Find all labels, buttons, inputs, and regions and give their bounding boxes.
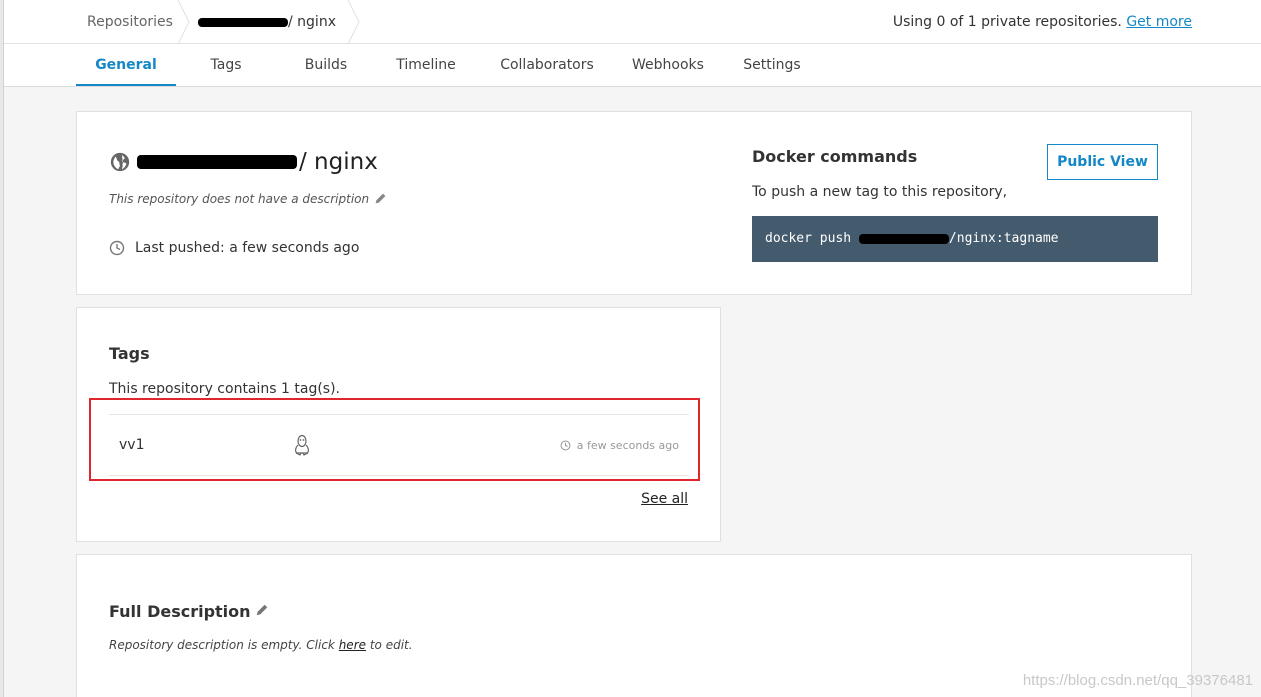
usage-text: Using 0 of 1 private repositories. (892, 14, 1122, 30)
tab-collaborators[interactable]: Collaborators (497, 44, 597, 86)
tag-time-text: a few seconds ago (576, 439, 679, 452)
command-prefix: docker push (765, 231, 859, 246)
tag-pushed-time: a few seconds ago (560, 439, 679, 452)
full-description-prefix: Repository description is empty. Click (109, 638, 339, 652)
tag-name: vv1 (119, 437, 145, 453)
tags-card: Tags This repository contains 1 tag(s). … (76, 307, 721, 542)
tag-row[interactable]: vv1 a few seconds ago (109, 414, 689, 476)
full-description-suffix: to edit. (366, 638, 413, 652)
docker-commands-subtitle: To push a new tag to this repository, (752, 184, 1008, 200)
docker-commands-title: Docker commands (752, 147, 918, 166)
command-suffix: /nginx:tagname (948, 231, 1059, 246)
get-more-link[interactable]: Get more (1126, 14, 1192, 30)
edit-here-link[interactable]: here (339, 638, 366, 652)
last-pushed-text: Last pushed: a few seconds ago (135, 240, 360, 256)
full-description-title: Full Description (109, 602, 251, 621)
page: Repositories / nginx Using 0 of 1 privat… (4, 0, 1261, 697)
watermark: https://blog.csdn.net/qq_39376481 (1022, 672, 1253, 689)
clock-icon (109, 240, 125, 256)
tags-count: This repository contains 1 tag(s). (109, 381, 340, 397)
see-all-link[interactable]: See all (641, 491, 688, 507)
breadcrumb-chevron-icon (347, 0, 360, 44)
repository-card: / nginx This repository does not have a … (76, 111, 1192, 295)
clock-icon (560, 440, 571, 451)
edit-pencil-icon[interactable] (374, 192, 387, 205)
redacted-namespace (198, 17, 288, 27)
repo-no-description: This repository does not have a descript… (109, 192, 370, 206)
globe-icon (110, 152, 130, 172)
tab-webhooks[interactable]: Webhooks (628, 44, 708, 86)
redacted-namespace (858, 233, 949, 244)
tab-bar: General Tags Builds Timeline Collaborato… (4, 44, 1261, 87)
breadcrumb-repo[interactable]: / nginx (198, 0, 336, 44)
repo-name: / nginx (299, 149, 378, 175)
usage-info: Using 0 of 1 private repositories. Get m… (893, 0, 1192, 44)
tab-tags[interactable]: Tags (196, 44, 256, 86)
full-description-text: Repository description is empty. Click h… (109, 638, 413, 652)
breadcrumb: Repositories / nginx Using 0 of 1 privat… (4, 0, 1261, 44)
repo-title: / nginx (109, 147, 378, 177)
breadcrumb-chevron-icon (177, 0, 190, 44)
public-view-button[interactable]: Public View (1047, 144, 1158, 180)
tab-settings[interactable]: Settings (737, 44, 807, 86)
breadcrumb-repo-name: / nginx (288, 14, 336, 30)
tags-title: Tags (109, 344, 150, 363)
breadcrumb-repositories[interactable]: Repositories (87, 0, 173, 44)
tab-builds[interactable]: Builds (296, 44, 356, 86)
linux-tux-icon (295, 434, 309, 456)
tab-timeline[interactable]: Timeline (391, 44, 461, 86)
tab-general[interactable]: General (76, 44, 176, 86)
docker-push-command[interactable]: docker push /nginx:tagname (752, 216, 1158, 262)
edit-pencil-icon[interactable] (255, 603, 269, 617)
last-pushed: Last pushed: a few seconds ago (109, 240, 359, 256)
redacted-namespace (137, 155, 297, 169)
